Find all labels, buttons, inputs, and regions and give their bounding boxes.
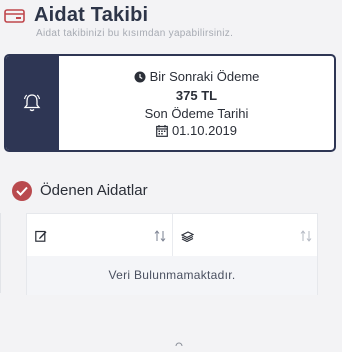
card-body: Bir Sonraki Ödeme 375 TL Son Ödeme Tarih… — [59, 56, 334, 150]
due-date-row: 01.10.2019 — [59, 123, 334, 138]
loading-spinner-icon — [175, 334, 183, 352]
column-header-description[interactable] — [27, 214, 173, 256]
next-payment-label: Bir Sonraki Ödeme — [149, 69, 260, 84]
empty-table-message: Veri Bulunmamaktadır. — [27, 256, 317, 295]
due-date-label: Son Ödeme Tarihi — [144, 106, 249, 121]
bell-icon — [23, 93, 41, 118]
payment-amount: 375 TL — [175, 88, 218, 103]
paid-dues-table: Veri Bulunmamaktadır. — [26, 213, 318, 295]
calendar-icon — [156, 125, 168, 137]
page-header: Aidat Takibi Aidat takibinizi bu kısımda… — [0, 0, 342, 48]
sort-icon[interactable] — [300, 229, 312, 247]
card-icon-panel — [6, 56, 59, 150]
column-header-amount[interactable] — [173, 214, 318, 256]
wallet-card-icon — [4, 8, 26, 29]
money-icon — [180, 229, 195, 247]
divider — [0, 213, 3, 293]
paid-dues-title: Ödenen Aidatlar — [40, 182, 148, 199]
due-date-value: 01.10.2019 — [171, 123, 238, 138]
edit-document-icon — [35, 229, 47, 247]
check-circle-icon — [12, 181, 32, 201]
page-title: Aidat Takibi — [34, 4, 149, 26]
page-subtitle: Aidat takibinizi bu kısımdan yapabilirsi… — [36, 28, 234, 39]
clock-icon — [134, 71, 146, 83]
next-payment-row: Bir Sonraki Ödeme — [59, 69, 334, 84]
next-payment-card: Bir Sonraki Ödeme 375 TL Son Ödeme Tarih… — [4, 54, 336, 152]
sort-icon[interactable] — [154, 229, 166, 247]
